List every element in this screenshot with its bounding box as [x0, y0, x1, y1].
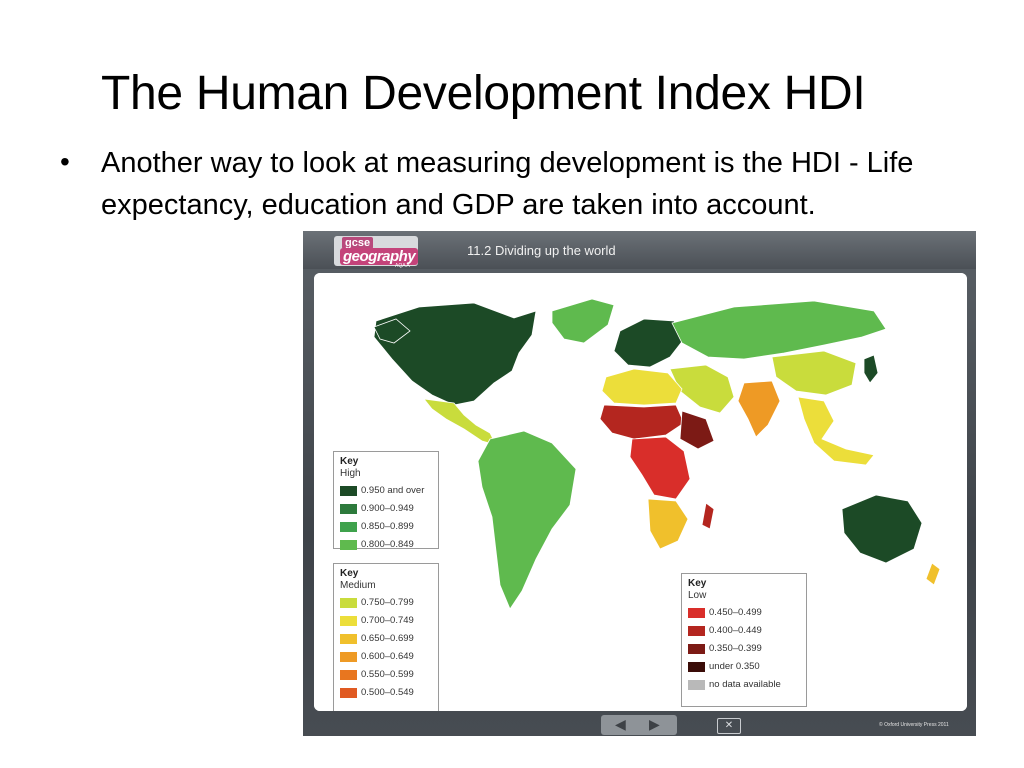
map-viewer-frame: gcse geography AQA A 11.2 Dividing up th…: [303, 231, 976, 736]
key-label: 0.650–0.699: [361, 633, 414, 644]
key-swatch: [340, 540, 357, 550]
key-swatch: [688, 626, 705, 636]
key-medium-title: Key: [340, 568, 359, 579]
key-swatch: [340, 522, 357, 532]
key-low-title: Key: [688, 578, 707, 589]
key-label: under 0.350: [709, 661, 760, 672]
key-swatch: [688, 608, 705, 618]
bullet-text: Another way to look at measuring develop…: [101, 147, 914, 221]
key-high-title: Key: [340, 456, 359, 467]
key-label: no data available: [709, 679, 781, 690]
gcse-geography-logo: gcse geography AQA A: [334, 236, 419, 269]
key-swatch: [340, 634, 357, 644]
key-swatch: [340, 486, 357, 496]
key-label: 0.900–0.949: [361, 503, 414, 514]
key-swatch: [340, 616, 357, 626]
key-label: 0.550–0.599: [361, 669, 414, 680]
key-label: 0.600–0.649: [361, 651, 414, 662]
key-swatch: [340, 670, 357, 680]
key-label: 0.800–0.849: [361, 539, 414, 550]
key-label: 0.850–0.899: [361, 521, 414, 532]
key-low-subtitle: Low: [688, 590, 707, 601]
bullet-dot: •: [60, 146, 70, 177]
prev-icon[interactable]: ◀: [615, 716, 626, 733]
key-swatch: [340, 652, 357, 662]
key-high: Key High 0.950 and over 0.900–0.949 0.850–…: [333, 451, 439, 550]
key-medium: Key Medium 0.750–0.799 0.700–0.749 0.650–0…: [333, 563, 439, 711]
key-label: 0.450–0.499: [709, 607, 762, 618]
next-icon[interactable]: ▶: [649, 716, 660, 733]
key-label: 0.400–0.449: [709, 625, 762, 636]
key-medium-subtitle: Medium: [340, 580, 376, 591]
key-label: 0.350–0.399: [709, 643, 762, 654]
viewer-title: 11.2 Dividing up the world: [467, 243, 616, 258]
key-high-subtitle: High: [340, 468, 361, 479]
key-swatch: [340, 598, 357, 608]
key-low: Key Low 0.450–0.499 0.400–0.449 0.350–0.39…: [681, 573, 807, 707]
nav-controls: ◀ ▶: [601, 715, 677, 735]
key-swatch: [340, 504, 357, 514]
key-swatch: [688, 662, 705, 672]
close-button[interactable]: ✕: [717, 718, 741, 734]
key-label: 0.950 and over: [361, 485, 425, 496]
key-label: 0.500–0.549: [361, 687, 414, 698]
key-label: 0.700–0.749: [361, 615, 414, 626]
copyright-text: © Oxford University Press 2011: [879, 722, 949, 728]
key-swatch: [340, 688, 357, 698]
key-label: 0.750–0.799: [361, 597, 414, 608]
logo-aqa-text: AQA A: [395, 263, 410, 269]
viewer-header: gcse geography AQA A 11.2 Dividing up th…: [303, 231, 976, 269]
world-map-panel: Key High 0.950 and over 0.900–0.949 0.850–…: [314, 273, 967, 711]
slide-title: The Human Development Index HDI: [101, 67, 866, 120]
key-swatch: [688, 680, 705, 690]
key-swatch: [688, 644, 705, 654]
